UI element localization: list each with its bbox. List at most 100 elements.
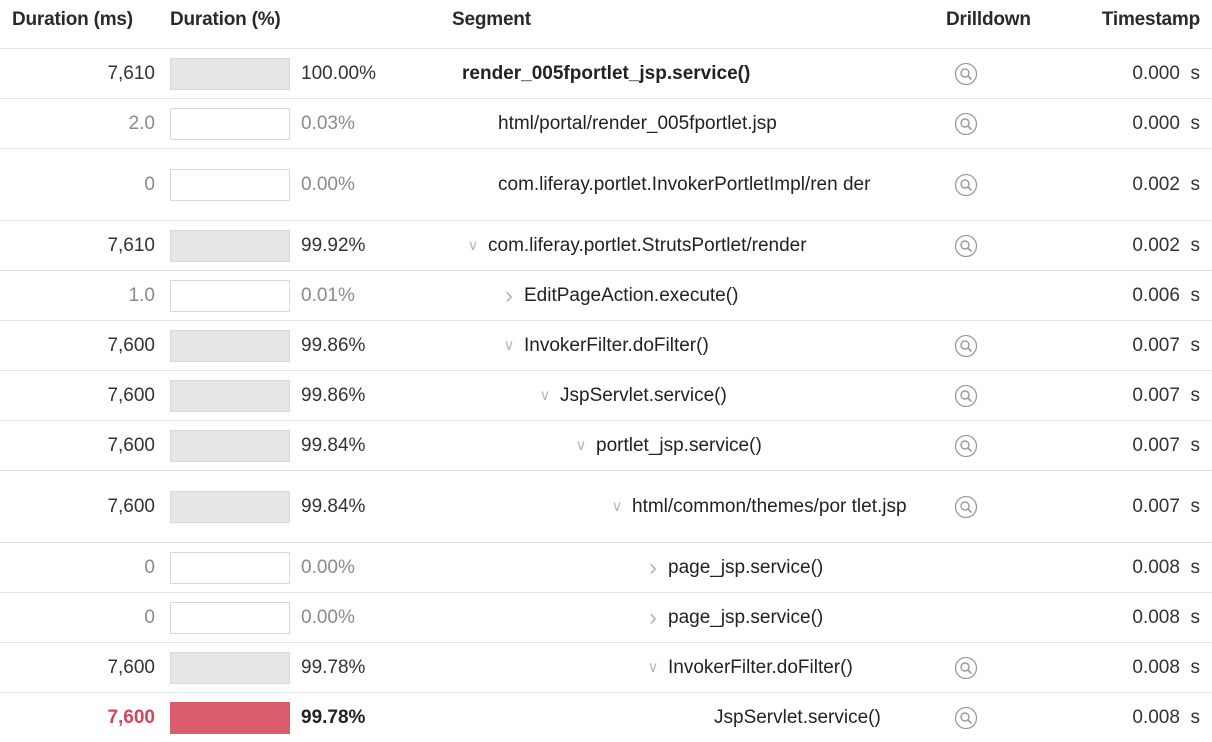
chevron-right-icon[interactable]: › (642, 555, 664, 581)
magnifier-icon[interactable] (954, 656, 978, 680)
magnifier-icon[interactable] (954, 434, 978, 458)
duration-bar-cell (170, 643, 290, 692)
table-header: Duration (ms) Duration (%) Segment Drill… (0, 0, 1212, 48)
duration-bar (170, 58, 290, 90)
chevron-right-icon[interactable]: › (642, 605, 664, 631)
duration-bar-fill (171, 431, 289, 461)
duration-bar (170, 230, 290, 262)
drilldown-cell (944, 421, 988, 470)
duration-bar-fill (171, 653, 289, 683)
chevron-down-icon[interactable]: ∨ (498, 333, 520, 359)
duration-bar (170, 552, 290, 584)
chevron-down-icon[interactable]: ∨ (606, 494, 628, 520)
timestamp-value: 0.007 s (1040, 371, 1200, 420)
header-drilldown: Drilldown (946, 9, 1031, 31)
table-row[interactable]: 0 0.00% ›page_jsp.service() 0.008 s (0, 592, 1212, 642)
table-row[interactable]: 2.00.03%html/portal/render_005fportlet.j… (0, 98, 1212, 148)
drilldown-cell (944, 271, 988, 320)
duration-ms-value: 2.0 (0, 99, 155, 148)
header-duration-pct[interactable]: Duration (%) (170, 9, 281, 31)
table-row[interactable]: 7,60099.86%∨JspServlet.service()0.007 s (0, 370, 1212, 420)
magnifier-icon[interactable] (954, 495, 978, 519)
duration-bar-fill (171, 492, 289, 522)
drilldown-cell (944, 149, 988, 220)
magnifier-icon[interactable] (954, 62, 978, 86)
table-row[interactable]: 7,61099.92%∨com.liferay.portlet.StrutsPo… (0, 220, 1212, 270)
duration-pct-value: 100.00% (301, 49, 431, 98)
duration-bar-cell (170, 99, 290, 148)
segment-cell[interactable]: html/portal/render_005fportlet.jsp (462, 99, 940, 148)
segment-name[interactable]: portlet_jsp.service() (596, 433, 762, 459)
chevron-right-icon[interactable]: › (498, 283, 520, 309)
duration-bar-cell (170, 321, 290, 370)
table-row[interactable]: 7,60099.84%∨html/common/themes/por tlet.… (0, 470, 1212, 542)
chevron-down-icon[interactable]: ∨ (570, 433, 592, 459)
segment-name[interactable]: InvokerFilter.doFilter() (668, 655, 853, 681)
duration-ms-value: 1.0 (0, 271, 155, 320)
segment-cell[interactable]: ›page_jsp.service() (462, 543, 940, 592)
segment-cell[interactable]: ∨portlet_jsp.service() (462, 421, 940, 470)
magnifier-icon[interactable] (954, 384, 978, 408)
segment-name[interactable]: page_jsp.service() (668, 605, 823, 631)
magnifier-icon[interactable] (954, 706, 978, 730)
timestamp-value: 0.008 s (1040, 543, 1200, 592)
table-row[interactable]: 0 0.00% com.liferay.portlet.InvokerPortlet… (0, 148, 1212, 220)
segment-cell[interactable]: ›EditPageAction.execute() (462, 271, 940, 320)
segment-name[interactable]: com.liferay.portlet.InvokerPortletImpl/r… (498, 172, 870, 198)
magnifier-icon[interactable] (954, 234, 978, 258)
segment-cell[interactable]: ∨html/common/themes/por tlet.jsp (462, 471, 940, 542)
segment-cell[interactable]: ›page_jsp.service() (462, 593, 940, 642)
duration-ms-value: 7,610 (0, 49, 155, 98)
duration-bar (170, 702, 290, 734)
segment-cell[interactable]: ∨InvokerFilter.doFilter() (462, 643, 940, 692)
drilldown-cell (944, 221, 988, 270)
magnifier-icon[interactable] (954, 334, 978, 358)
segment-cell[interactable]: render_005fportlet_jsp.service() (462, 49, 940, 98)
duration-pct-value: 0.00% (301, 543, 431, 592)
segment-name[interactable]: JspServlet.service() (714, 705, 881, 731)
duration-pct-value: 0.01% (301, 271, 431, 320)
header-duration-ms[interactable]: Duration (ms) (12, 9, 133, 31)
duration-pct-value: 0.00% (301, 593, 431, 642)
table-row[interactable]: 7,610 100.00% render_005fportlet_jsp.servi… (0, 48, 1212, 98)
segment-name[interactable]: JspServlet.service() (560, 383, 727, 409)
segment-cell[interactable]: ∨InvokerFilter.doFilter() (462, 321, 940, 370)
segment-name[interactable]: html/portal/render_005fportlet.jsp (498, 111, 777, 137)
segment-name[interactable]: InvokerFilter.doFilter() (524, 333, 709, 359)
header-timestamp[interactable]: Timestamp (1102, 9, 1200, 31)
table-row[interactable]: 7,60099.78%JspServlet.service()0.008 s (0, 692, 1212, 742)
segment-name[interactable]: render_005fportlet_jsp.service() (462, 61, 750, 87)
segment-name[interactable]: page_jsp.service() (668, 555, 823, 581)
table-row[interactable]: 7,60099.84%∨portlet_jsp.service()0.007 s (0, 420, 1212, 470)
timestamp-value: 0.007 s (1040, 471, 1200, 542)
magnifier-icon[interactable] (954, 112, 978, 136)
duration-bar-fill (171, 59, 289, 89)
duration-pct-value: 0.00% (301, 149, 431, 220)
drilldown-cell (944, 543, 988, 592)
segment-cell[interactable]: ∨com.liferay.portlet.StrutsPortlet/rende… (462, 221, 940, 270)
duration-ms-value: 7,600 (0, 471, 155, 542)
duration-bar (170, 280, 290, 312)
duration-bar-cell (170, 221, 290, 270)
segment-cell[interactable]: com.liferay.portlet.InvokerPortletImpl/r… (462, 149, 940, 220)
duration-bar-cell (170, 271, 290, 320)
chevron-down-icon[interactable]: ∨ (534, 383, 556, 409)
timestamp-value: 0.008 s (1040, 593, 1200, 642)
table-row[interactable]: 7,60099.78%∨InvokerFilter.doFilter()0.00… (0, 642, 1212, 692)
segment-name[interactable]: EditPageAction.execute() (524, 283, 738, 309)
table-row[interactable]: 1.00.01%›EditPageAction.execute()0.006 s (0, 270, 1212, 320)
segment-name[interactable]: html/common/themes/por tlet.jsp (632, 494, 907, 520)
magnifier-icon[interactable] (954, 173, 978, 197)
chevron-down-icon[interactable]: ∨ (462, 233, 484, 259)
table-body: 7,610 100.00% render_005fportlet_jsp.servi… (0, 48, 1212, 742)
table-row[interactable]: 00.00%›page_jsp.service()0.008 s (0, 542, 1212, 592)
segment-cell[interactable]: JspServlet.service() (462, 693, 940, 742)
segment-cell[interactable]: ∨JspServlet.service() (462, 371, 940, 420)
table-row[interactable]: 7,60099.86%∨InvokerFilter.doFilter()0.00… (0, 320, 1212, 370)
duration-ms-value: 0 (0, 593, 155, 642)
duration-ms-value: 0 (0, 149, 155, 220)
duration-bar-cell (170, 421, 290, 470)
header-segment[interactable]: Segment (452, 9, 531, 31)
segment-name[interactable]: com.liferay.portlet.StrutsPortlet/render (488, 233, 807, 259)
chevron-down-icon[interactable]: ∨ (642, 655, 664, 681)
